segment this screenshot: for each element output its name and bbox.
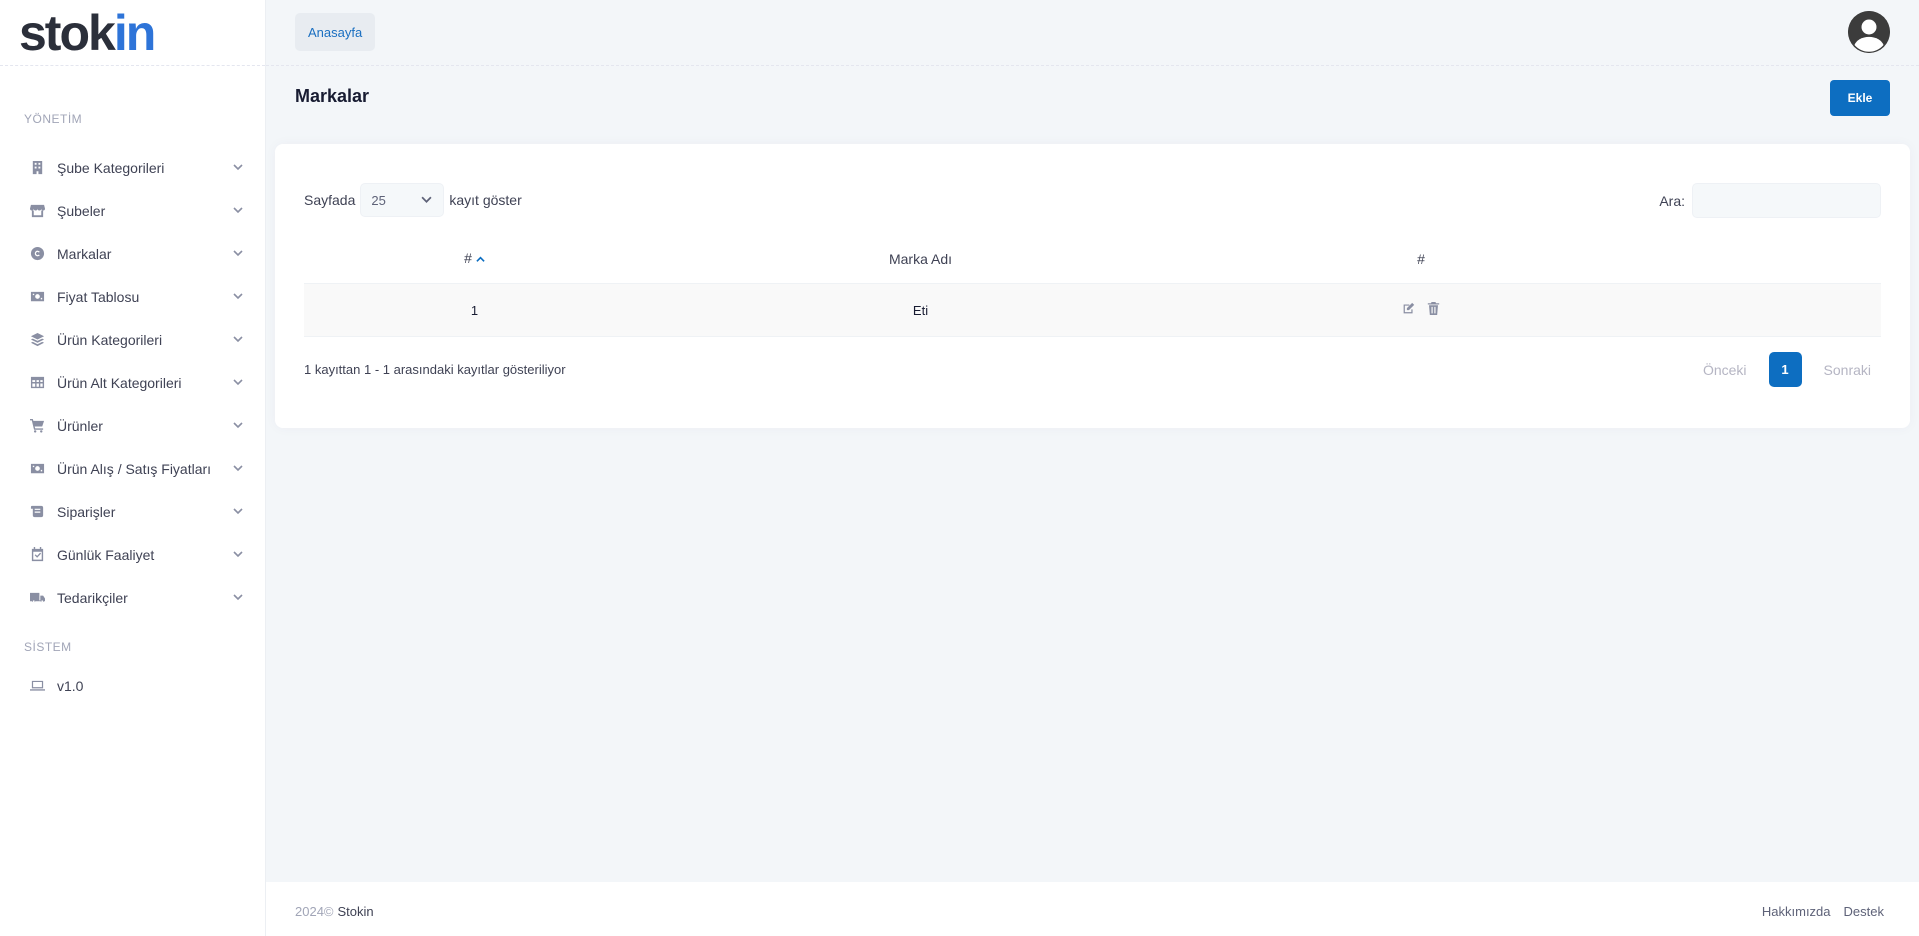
sidebar-item-label: Ürün Alış / Satış Fiyatları xyxy=(57,460,212,477)
chevron-down-icon xyxy=(233,288,243,306)
footer: 2024© Stokin Hakkımızda Destek xyxy=(266,882,1919,936)
chevron-down-icon xyxy=(233,417,243,435)
sidebar-item-label: Şubeler xyxy=(57,202,106,219)
user-icon xyxy=(1848,11,1890,53)
sidebar-item-label: Markalar xyxy=(57,245,112,262)
sidebar: stokin YÖNETİM Şube Kategorileri Şubeler… xyxy=(0,0,266,936)
sidebar-item-sube-kategorileri[interactable]: Şube Kategorileri xyxy=(0,146,265,189)
trash-icon[interactable] xyxy=(1427,302,1440,318)
table-icon xyxy=(28,374,46,392)
footer-link-about[interactable]: Hakkımızda xyxy=(1762,904,1831,919)
page-title: Markalar xyxy=(295,86,370,106)
truck-icon xyxy=(28,589,46,607)
user-avatar[interactable] xyxy=(1848,11,1890,53)
sidebar-item-label: v1.0 xyxy=(57,677,84,694)
sidebar-item-urun-alt-kategorileri[interactable]: Ürün Alt Kategorileri xyxy=(0,361,265,404)
edit-icon[interactable] xyxy=(1402,302,1415,318)
breadcrumb-home[interactable]: Anasayfa xyxy=(295,13,376,51)
chevron-down-icon xyxy=(233,460,243,478)
column-header-actions: # xyxy=(1417,250,1425,267)
cart-icon xyxy=(28,417,46,435)
next-page-button[interactable]: Sonraki xyxy=(1814,362,1881,378)
length-suffix: kayıt göster xyxy=(449,192,522,208)
sidebar-item-markalar[interactable]: Markalar xyxy=(0,232,265,275)
scroll-icon xyxy=(28,503,46,521)
copyright-icon xyxy=(28,245,46,263)
chevron-down-icon xyxy=(233,245,243,263)
column-header-id[interactable]: # xyxy=(304,250,625,267)
table-header: # Marka Adı # xyxy=(304,234,1881,284)
brands-table: # Marka Adı # 1 Eti xyxy=(304,234,1881,337)
chevron-down-icon xyxy=(233,159,243,177)
sidebar-item-version[interactable]: v1.0 xyxy=(0,664,265,707)
sidebar-item-label: Tedarikçiler xyxy=(57,589,128,606)
cell-brand-name: Eti xyxy=(912,302,929,318)
chevron-down-icon xyxy=(233,503,243,521)
sort-ascending-icon xyxy=(476,251,485,267)
footer-brand-link[interactable]: Stokin xyxy=(338,904,374,919)
chevron-down-icon xyxy=(233,546,243,564)
chevron-down-icon xyxy=(233,331,243,349)
section-title-system: SİSTEM xyxy=(24,640,72,654)
sidebar-item-label: Fiyat Tablosu xyxy=(57,288,140,305)
calendar-check-icon xyxy=(28,546,46,564)
layers-icon xyxy=(28,331,46,349)
sidebar-item-label: Günlük Faaliyet xyxy=(57,546,155,563)
sidebar-item-urun-kategorileri[interactable]: Ürün Kategorileri xyxy=(0,318,265,361)
sidebar-item-label: Şube Kategorileri xyxy=(57,159,165,176)
chevron-down-icon xyxy=(421,193,432,208)
logo[interactable]: stokin xyxy=(0,0,265,66)
top-header: Anasayfa xyxy=(266,0,1919,66)
footer-year: 2024© xyxy=(295,904,334,919)
sidebar-item-urunler[interactable]: Ürünler xyxy=(0,404,265,447)
table-info: 1 kayıttan 1 - 1 arasındaki kayıtlar gös… xyxy=(304,362,566,377)
chevron-down-icon xyxy=(233,202,243,220)
sidebar-item-subeler[interactable]: Şubeler xyxy=(0,189,265,232)
brands-card: Sayfada 25 kayıt göster Ara: # Marka Adı… xyxy=(275,144,1910,428)
sidebar-item-fiyat-tablosu[interactable]: Fiyat Tablosu xyxy=(0,275,265,318)
chevron-down-icon xyxy=(233,589,243,607)
page-length-select[interactable]: 25 xyxy=(360,183,445,217)
pagination: Önceki 1 Sonraki xyxy=(1693,352,1881,387)
sidebar-item-label: Ürün Alt Kategorileri xyxy=(57,374,182,391)
section-title-management: YÖNETİM xyxy=(24,112,83,126)
footer-links: Hakkımızda Destek xyxy=(1762,904,1884,919)
chevron-down-icon xyxy=(233,374,243,392)
sidebar-item-urun-alis-satis-fiyatlari[interactable]: Ürün Alış / Satış Fiyatları xyxy=(0,447,265,490)
page-length-control: Sayfada 25 kayıt göster xyxy=(304,183,522,217)
money-bill-icon xyxy=(28,460,46,478)
building-icon xyxy=(28,159,46,177)
add-button[interactable]: Ekle xyxy=(1830,80,1890,116)
store-icon xyxy=(28,202,46,220)
page-length-value: 25 xyxy=(371,192,386,208)
sidebar-item-siparisler[interactable]: Siparişler xyxy=(0,490,265,533)
logo-text: stokin xyxy=(19,4,156,61)
table-row: 1 Eti xyxy=(304,284,1881,337)
length-prefix: Sayfada xyxy=(304,192,356,208)
cell-actions xyxy=(1216,302,1881,318)
search-input[interactable] xyxy=(1692,183,1881,218)
sidebar-item-label: Ürün Kategorileri xyxy=(57,331,163,348)
sidebar-item-gunluk-faaliyet[interactable]: Günlük Faaliyet xyxy=(0,533,265,576)
column-header-brand-name[interactable]: Marka Adı xyxy=(625,251,1216,267)
sidebar-item-label: Siparişler xyxy=(57,503,116,520)
laptop-icon xyxy=(28,677,46,695)
footer-copyright: 2024© Stokin xyxy=(295,904,374,919)
sidebar-item-label: Ürünler xyxy=(57,417,103,434)
page-button-current[interactable]: 1 xyxy=(1768,352,1802,387)
prev-page-button[interactable]: Önceki xyxy=(1693,362,1757,378)
money-bill-icon xyxy=(28,288,46,306)
search-label: Ara: xyxy=(1659,192,1685,209)
search-control: Ara: xyxy=(1659,183,1881,218)
sidebar-item-tedarikciler[interactable]: Tedarikçiler xyxy=(0,576,265,619)
footer-link-support[interactable]: Destek xyxy=(1844,904,1884,919)
cell-id: 1 xyxy=(470,302,479,318)
